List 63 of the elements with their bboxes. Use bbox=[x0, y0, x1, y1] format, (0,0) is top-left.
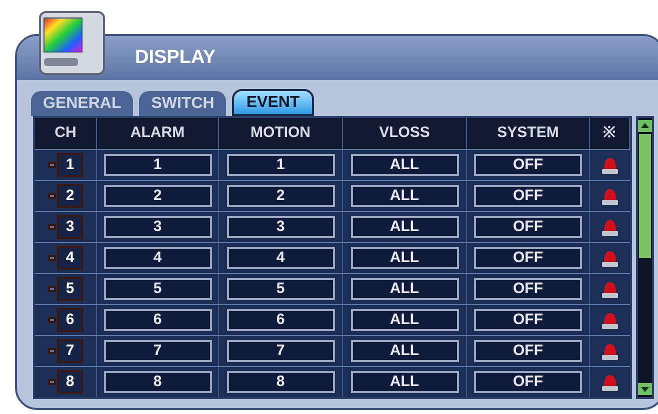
channel-number: 5 bbox=[57, 277, 83, 301]
tab[interactable]: SWITCH bbox=[139, 91, 226, 116]
value-field[interactable]: 1 bbox=[226, 154, 334, 176]
value-field[interactable]: 8 bbox=[104, 371, 212, 393]
monitor-icon bbox=[36, 8, 108, 76]
window-title: DISPLAY bbox=[135, 46, 216, 70]
value-field[interactable]: 4 bbox=[226, 247, 334, 269]
alarm-light-icon bbox=[600, 310, 620, 330]
value-field[interactable]: ALL bbox=[350, 247, 458, 269]
value-field[interactable]: OFF bbox=[474, 185, 582, 207]
value-field[interactable]: 6 bbox=[226, 309, 334, 331]
scroll-thumb[interactable] bbox=[639, 134, 651, 258]
value-field[interactable]: OFF bbox=[474, 340, 582, 362]
channel-number: 8 bbox=[57, 370, 83, 394]
value-field[interactable]: 6 bbox=[104, 309, 212, 331]
alarm-light-icon bbox=[600, 372, 620, 392]
channel-number: 1 bbox=[57, 153, 83, 177]
alarm-light-icon bbox=[600, 341, 620, 361]
tab[interactable]: EVENT bbox=[232, 89, 314, 116]
value-field[interactable]: 3 bbox=[104, 216, 212, 238]
alarm-light-icon bbox=[600, 217, 620, 237]
channel-number: 4 bbox=[57, 246, 83, 270]
value-field[interactable]: 4 bbox=[104, 247, 212, 269]
alarm-light-icon bbox=[600, 155, 620, 175]
channel-number: 3 bbox=[57, 215, 83, 239]
scrollbar[interactable] bbox=[636, 116, 654, 399]
column-header: CH bbox=[35, 118, 97, 149]
value-field[interactable]: 5 bbox=[226, 278, 334, 300]
value-field[interactable]: 1 bbox=[104, 154, 212, 176]
value-field[interactable]: ALL bbox=[350, 309, 458, 331]
channel-number: 7 bbox=[57, 339, 83, 363]
column-header: VLOSS bbox=[343, 118, 467, 149]
value-field[interactable]: ALL bbox=[350, 340, 458, 362]
column-header: SYSTEM bbox=[467, 118, 590, 149]
column-header: ALARM bbox=[97, 118, 219, 149]
column-header: ※ bbox=[590, 118, 630, 149]
channel-number: 2 bbox=[57, 184, 83, 208]
value-field[interactable]: ALL bbox=[350, 278, 458, 300]
value-field[interactable]: 5 bbox=[104, 278, 212, 300]
value-field[interactable]: 7 bbox=[226, 340, 334, 362]
column-header: MOTION bbox=[219, 118, 343, 149]
value-field[interactable]: OFF bbox=[474, 216, 582, 238]
value-field[interactable]: OFF bbox=[474, 371, 582, 393]
alarm-light-icon bbox=[600, 279, 620, 299]
channel-number: 6 bbox=[57, 308, 83, 332]
value-field[interactable]: 3 bbox=[226, 216, 334, 238]
value-field[interactable]: OFF bbox=[474, 247, 582, 269]
value-field[interactable]: 8 bbox=[226, 371, 334, 393]
value-field[interactable]: 2 bbox=[226, 185, 334, 207]
value-field[interactable]: OFF bbox=[474, 278, 582, 300]
value-field[interactable]: ALL bbox=[350, 185, 458, 207]
value-field[interactable]: ALL bbox=[350, 371, 458, 393]
value-field[interactable]: 7 bbox=[104, 340, 212, 362]
value-field[interactable]: ALL bbox=[350, 216, 458, 238]
alarm-light-icon bbox=[600, 186, 620, 206]
value-field[interactable]: ALL bbox=[350, 154, 458, 176]
scroll-up-icon[interactable] bbox=[638, 120, 652, 132]
value-field[interactable]: OFF bbox=[474, 309, 582, 331]
value-field[interactable]: OFF bbox=[474, 154, 582, 176]
scroll-down-icon[interactable] bbox=[638, 383, 652, 395]
value-field[interactable]: 2 bbox=[104, 185, 212, 207]
tab[interactable]: GENERAL bbox=[31, 91, 134, 116]
alarm-light-icon bbox=[600, 248, 620, 268]
